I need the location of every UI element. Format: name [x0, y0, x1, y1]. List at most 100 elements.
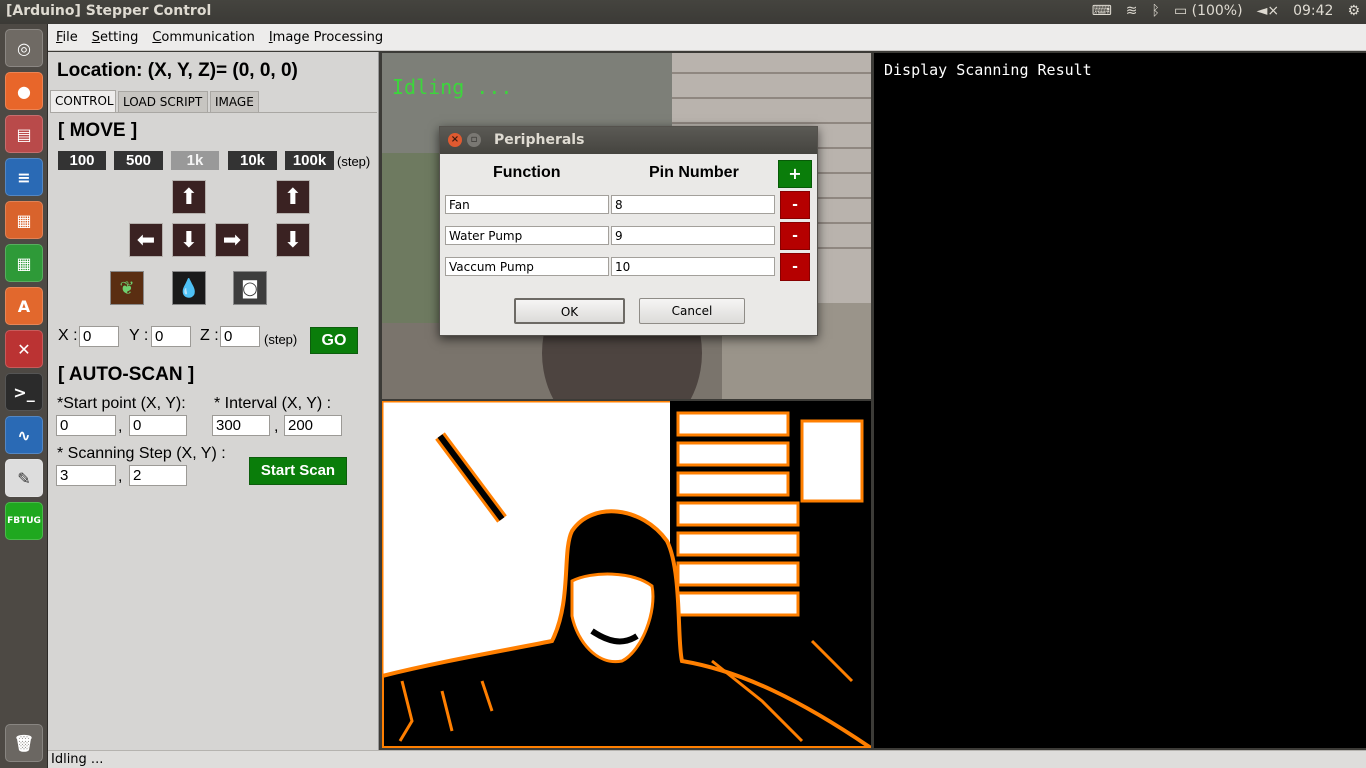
water-button[interactable]: 💧 [172, 271, 206, 305]
tab-load-script[interactable]: LOAD SCRIPT [118, 91, 208, 112]
camera-button[interactable]: ◙ [233, 271, 267, 305]
goto-unit-label: (step) [264, 332, 298, 347]
remove-water-pump-button[interactable]: - [780, 222, 810, 250]
step-10k-button[interactable]: 10k [228, 151, 277, 170]
battery-status[interactable]: ▭ (100%) [1174, 3, 1243, 19]
tab-image[interactable]: IMAGE [210, 91, 259, 112]
go-button[interactable]: GO [310, 327, 358, 354]
cancel-button[interactable]: Cancel [639, 298, 745, 324]
close-icon[interactable]: × [448, 133, 462, 147]
remove-fan-button[interactable]: - [780, 191, 810, 219]
remove-vaccum-pump-button[interactable]: - [780, 253, 810, 281]
move-left-button[interactable]: ⬅ [129, 223, 163, 257]
step-100k-button[interactable]: 100k [285, 151, 334, 170]
step-comma: , [118, 468, 123, 485]
move-right-button[interactable]: ➡ [215, 223, 249, 257]
function-input-water-pump[interactable]: Water Pump [445, 226, 609, 245]
system-monitor-icon[interactable]: ∿ [5, 416, 43, 454]
menubar: File Setting Communication Image Process… [48, 24, 1366, 51]
interval-label: * Interval (X, Y) : [214, 395, 332, 412]
function-column-header: Function [493, 164, 561, 181]
firefox-icon[interactable]: ● [5, 72, 43, 110]
interval-y-input[interactable]: 200 [284, 415, 342, 436]
dash-home-icon[interactable]: ◎ [5, 29, 43, 67]
status-bar: Idling ... [48, 750, 1366, 768]
y-label: Y : [129, 327, 149, 344]
z-input[interactable]: 0 [220, 326, 260, 347]
tab-control[interactable]: CONTROL [50, 90, 116, 112]
camera-icon: ◙ [241, 277, 259, 299]
control-panel: Location: (X, Y, Z)= (0, 0, 0) CONTROL L… [48, 52, 379, 750]
start-x-input[interactable]: 0 [56, 415, 116, 436]
menu-setting[interactable]: Setting [92, 30, 139, 45]
arrow-down-icon: ⬇ [179, 227, 199, 253]
menu-file[interactable]: File [56, 30, 78, 45]
add-peripheral-button[interactable]: + [778, 160, 812, 188]
writer-icon[interactable]: ≡ [5, 158, 43, 196]
calc-icon[interactable]: ▦ [5, 244, 43, 282]
text-editor-icon[interactable]: ✎ [5, 459, 43, 497]
settings-gear-icon[interactable]: ⚙ [1347, 3, 1360, 19]
arrow-left-icon: ⬅ [136, 227, 156, 253]
result-title: Display Scanning Result [884, 61, 1092, 79]
move-down-button[interactable]: ⬇ [172, 223, 206, 257]
function-input-fan[interactable]: Fan [445, 195, 609, 214]
files-icon[interactable]: ▤ [5, 115, 43, 153]
start-scan-button[interactable]: Start Scan [249, 457, 347, 485]
interval-comma: , [274, 418, 279, 435]
start-point-label: *Start point (X, Y): [57, 395, 186, 412]
clock[interactable]: 09:42 [1293, 3, 1333, 19]
arrow-right-icon: ➡ [222, 227, 242, 253]
bluetooth-icon[interactable]: ᛒ [1152, 3, 1160, 19]
peripherals-dialog: × ▫ Peripherals Function Pin Number + Fa… [439, 126, 818, 336]
top-panel: [Arduino] Stepper Control ⌨ ≋ ᛒ ▭ (100%)… [0, 0, 1366, 24]
arrow-down-icon: ⬇ [283, 227, 303, 253]
pin-input-vaccum-pump[interactable]: 10 [611, 257, 775, 276]
camera-status-overlay: Idling ... [392, 75, 513, 99]
x-label: X : [58, 327, 78, 344]
launcher: ◎ ● ▤ ≡ ▦ ▦ A ✕ >_ ∿ ✎ FBTUG 🗑 [0, 24, 48, 768]
start-y-input[interactable]: 0 [129, 415, 187, 436]
step-100-button[interactable]: 100 [58, 151, 106, 170]
terminal-icon[interactable]: >_ [5, 373, 43, 411]
step-1k-button[interactable]: 1k [171, 151, 219, 170]
impress-icon[interactable]: ▦ [5, 201, 43, 239]
fbtug-app-icon[interactable]: FBTUG [5, 502, 43, 540]
volume-icon[interactable]: ◄× [1257, 3, 1280, 19]
software-center-icon[interactable]: A [5, 287, 43, 325]
dialog-titlebar[interactable]: × ▫ Peripherals [440, 127, 817, 154]
z-up-button[interactable]: ⬆ [276, 180, 310, 214]
ok-button[interactable]: OK [514, 298, 625, 324]
step-y-input[interactable]: 2 [129, 465, 187, 486]
y-input[interactable]: 0 [151, 326, 191, 347]
trash-icon[interactable]: 🗑 [5, 724, 43, 762]
arrow-up-icon: ⬆ [283, 184, 303, 210]
pin-number-column-header: Pin Number [649, 164, 739, 181]
start-comma: , [118, 418, 123, 435]
pin-input-fan[interactable]: 8 [611, 195, 775, 214]
move-up-button[interactable]: ⬆ [172, 180, 206, 214]
window-title: [Arduino] Stepper Control [6, 3, 212, 19]
minimize-icon[interactable]: ▫ [467, 133, 481, 147]
system-tray: ⌨ ≋ ᛒ ▭ (100%) ◄× 09:42 ⚙ [1092, 3, 1360, 19]
edge-image [382, 401, 871, 748]
z-label: Z : [200, 327, 219, 344]
move-header: [ MOVE ] [58, 120, 138, 141]
system-settings-icon[interactable]: ✕ [5, 330, 43, 368]
scanning-step-label: * Scanning Step (X, Y) : [57, 445, 226, 462]
wifi-icon[interactable]: ≋ [1126, 3, 1138, 19]
menu-image-processing[interactable]: Image Processing [269, 30, 383, 45]
interval-x-input[interactable]: 300 [212, 415, 270, 436]
edge-detection-view [382, 401, 871, 748]
step-x-input[interactable]: 3 [56, 465, 116, 486]
x-input[interactable]: 0 [79, 326, 119, 347]
z-down-button[interactable]: ⬇ [276, 223, 310, 257]
pin-input-water-pump[interactable]: 9 [611, 226, 775, 245]
menu-communication[interactable]: Communication [152, 30, 254, 45]
step-500-button[interactable]: 500 [114, 151, 163, 170]
scanning-result-view: Display Scanning Result [874, 53, 1366, 748]
keyboard-icon[interactable]: ⌨ [1092, 3, 1112, 19]
function-input-vaccum-pump[interactable]: Vaccum Pump [445, 257, 609, 276]
seed-button[interactable]: ❦ [110, 271, 144, 305]
location-readout: Location: (X, Y, Z)= (0, 0, 0) [57, 60, 298, 81]
